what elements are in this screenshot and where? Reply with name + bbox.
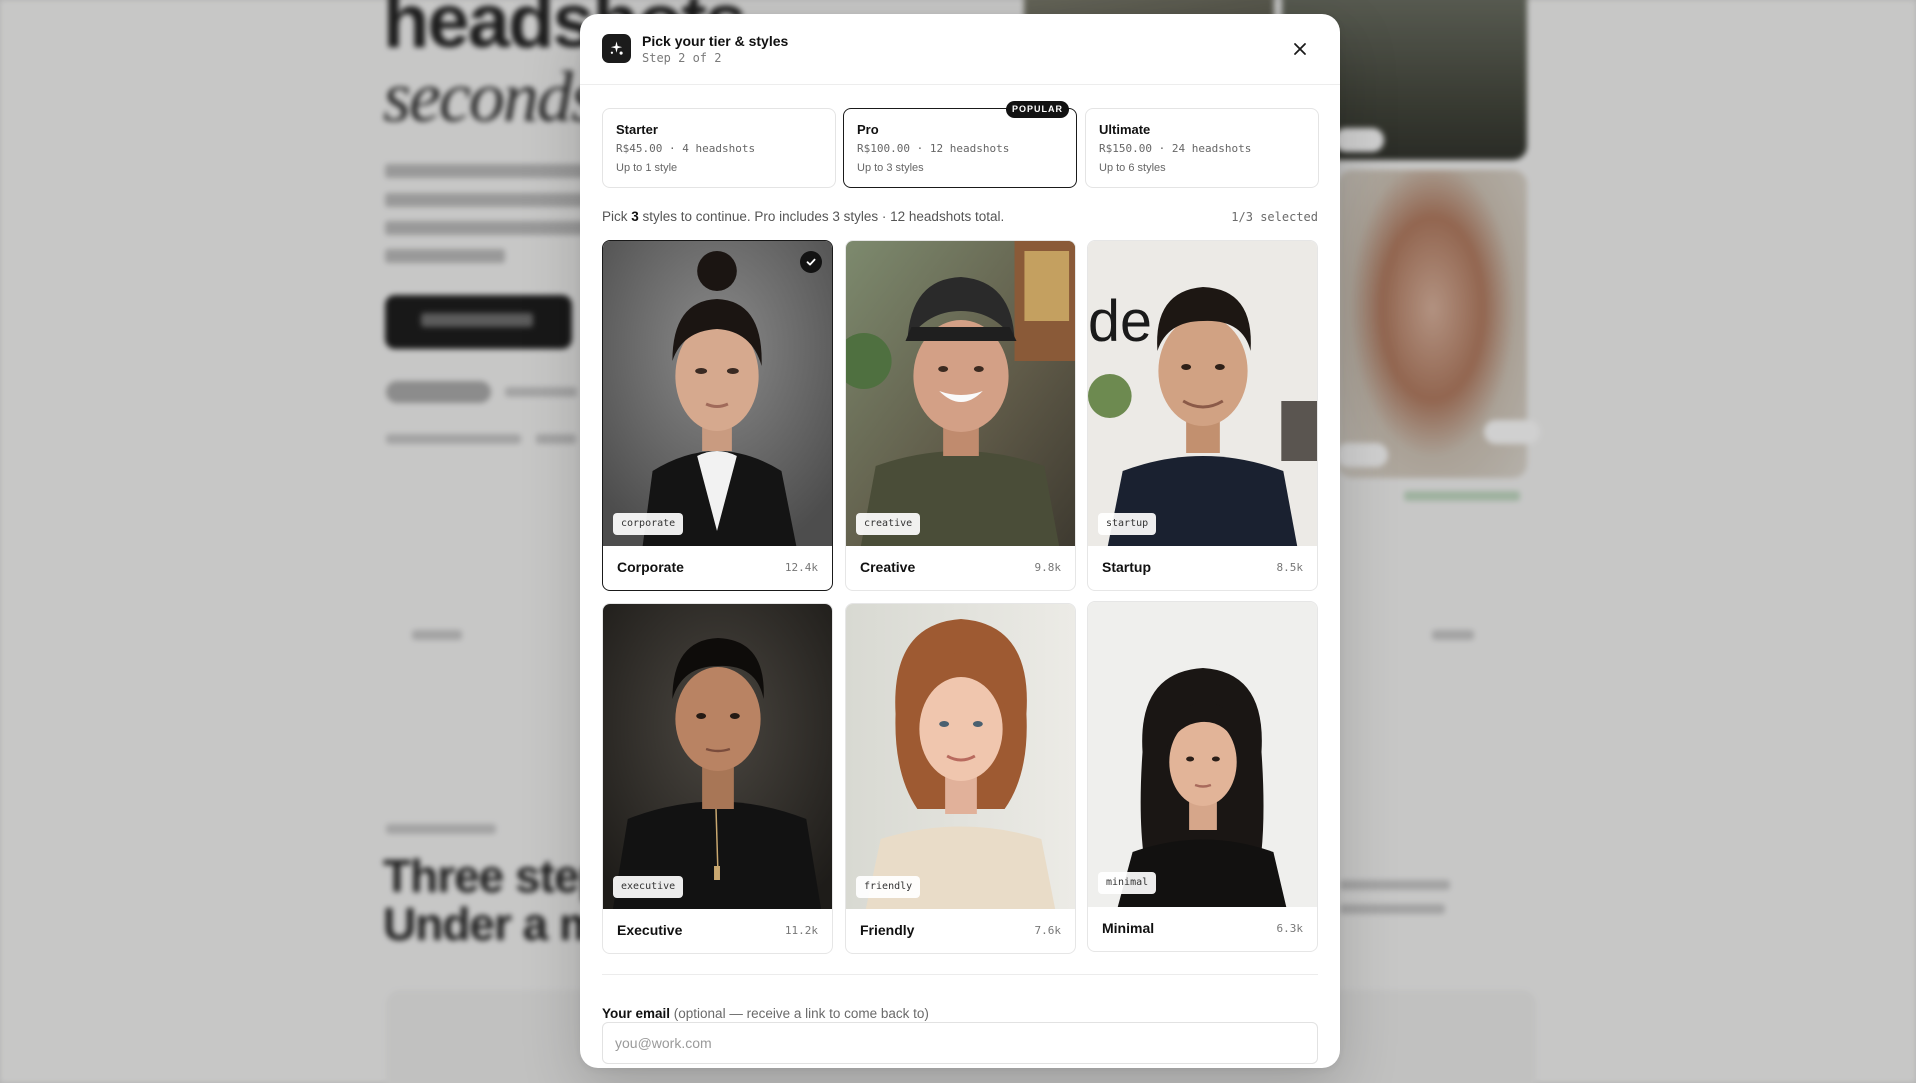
tier-name: Starter xyxy=(616,122,658,137)
style-name: Friendly xyxy=(860,922,915,938)
style-tag: startup xyxy=(1098,513,1157,535)
sparkle-icon xyxy=(602,34,631,63)
tier-style-limit: Up to 6 styles xyxy=(1099,162,1166,174)
style-card-minimal[interactable]: minimal Minimal 6.3k xyxy=(1087,601,1318,952)
style-card-corporate[interactable]: corporate Corporate 12.4k xyxy=(602,240,833,591)
checkmark-icon xyxy=(800,251,822,273)
style-card-startup[interactable]: de startup Startup 8.5k xyxy=(1087,240,1318,591)
modal-title: Pick your tier & styles xyxy=(642,33,789,49)
style-photo xyxy=(846,241,1075,546)
tier-name: Pro xyxy=(857,122,879,137)
close-icon xyxy=(1294,43,1306,55)
tier-price: R$150.00 · 24 headshots xyxy=(1099,142,1252,155)
step-indicator: Step 2 of 2 xyxy=(642,51,722,65)
tier-option-starter[interactable]: Starter R$45.00 · 4 headshots Up to 1 st… xyxy=(602,108,836,188)
tier-name: Ultimate xyxy=(1099,122,1151,137)
selected-count: 1/3 selected xyxy=(1231,210,1318,224)
style-name: Startup xyxy=(1102,559,1151,575)
style-usage-count: 6.3k xyxy=(1276,922,1304,935)
svg-text:de: de xyxy=(1088,290,1152,354)
style-name: Corporate xyxy=(617,559,684,575)
style-tag: executive xyxy=(613,876,684,898)
style-tag: corporate xyxy=(613,513,684,535)
tier-style-modal: Pick your tier & styles Step 2 of 2 Star… xyxy=(580,14,1340,1068)
section-divider xyxy=(602,974,1318,975)
style-photo xyxy=(603,604,832,909)
style-name: Minimal xyxy=(1102,920,1155,936)
tier-style-limit: Up to 3 styles xyxy=(857,162,924,174)
style-photo xyxy=(1088,602,1317,907)
email-label: Your email (optional — receive a link to… xyxy=(602,1006,929,1021)
style-tag: friendly xyxy=(856,876,921,898)
style-usage-count: 7.6k xyxy=(1034,924,1062,937)
style-card-creative[interactable]: creative Creative 9.8k xyxy=(845,240,1076,591)
style-photo: de xyxy=(1088,241,1317,546)
modal-header: Pick your tier & styles Step 2 of 2 xyxy=(580,14,1340,85)
style-usage-count: 8.5k xyxy=(1276,561,1304,574)
style-usage-count: 11.2k xyxy=(784,924,818,937)
email-field[interactable] xyxy=(602,1022,1318,1064)
tier-option-pro[interactable]: POPULAR Pro R$100.00 · 12 headshots Up t… xyxy=(843,101,1077,188)
tier-style-limit: Up to 1 style xyxy=(616,162,678,174)
popular-badge: POPULAR xyxy=(1005,101,1069,118)
style-usage-count: 9.8k xyxy=(1034,561,1062,574)
style-photo xyxy=(846,604,1075,909)
pick-instructions: Pick 3 styles to continue. Pro includes … xyxy=(602,209,1005,224)
style-name: Executive xyxy=(617,922,683,938)
style-usage-count: 12.4k xyxy=(784,561,818,574)
style-card-friendly[interactable]: friendly Friendly 7.6k xyxy=(845,603,1076,954)
style-name: Creative xyxy=(860,559,916,575)
tier-price: R$100.00 · 12 headshots xyxy=(857,142,1010,155)
tier-option-ultimate[interactable]: Ultimate R$150.00 · 24 headshots Up to 6… xyxy=(1085,108,1319,188)
style-tag: minimal xyxy=(1098,872,1157,894)
style-card-executive[interactable]: executive Executive 11.2k xyxy=(602,603,833,954)
close-button[interactable] xyxy=(1289,38,1311,60)
tier-price: R$45.00 · 4 headshots xyxy=(616,142,756,155)
style-photo xyxy=(603,241,832,546)
style-tag: creative xyxy=(856,513,921,535)
